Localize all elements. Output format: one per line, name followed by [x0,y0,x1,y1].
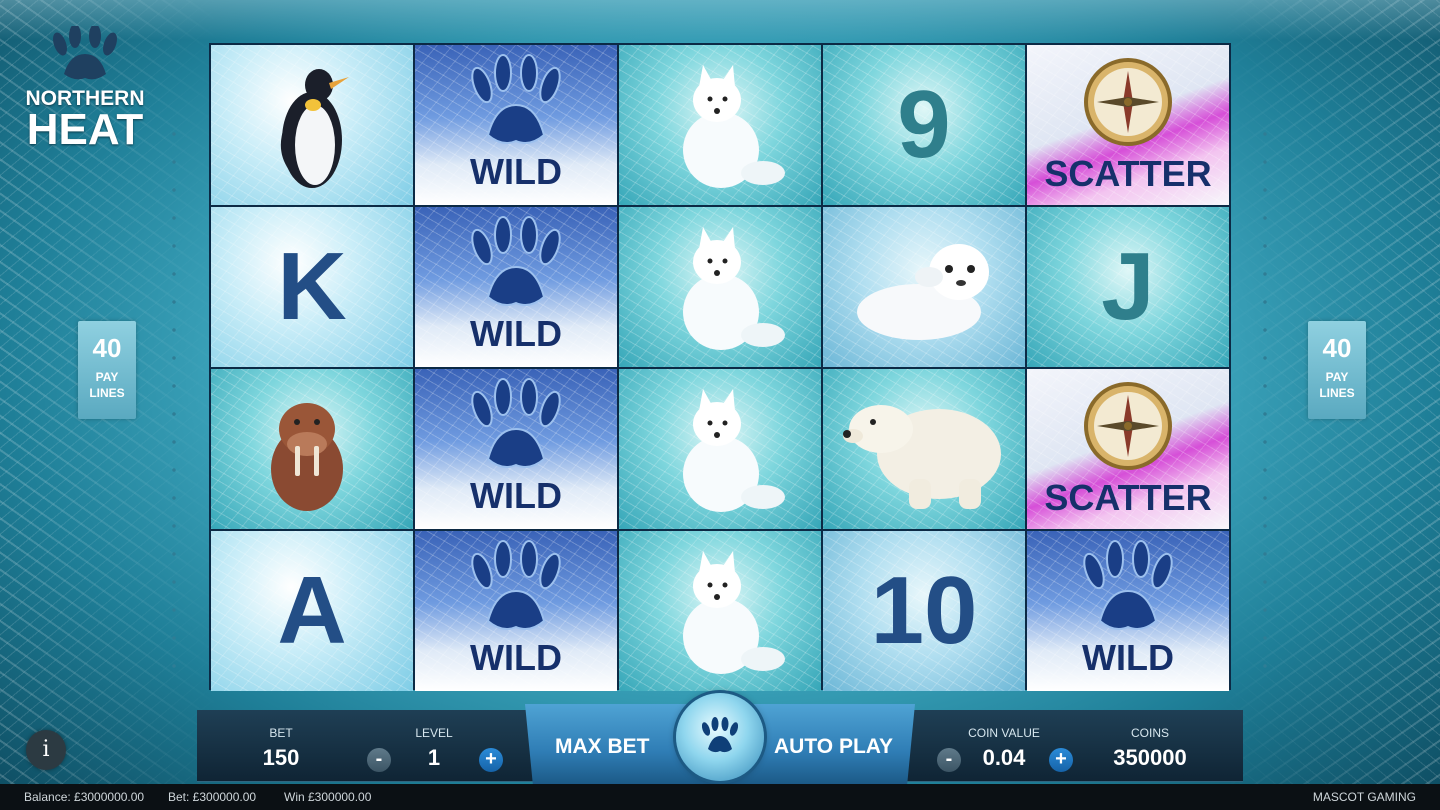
arctic-fox-icon [683,65,785,188]
arctic-fox-icon [683,227,785,350]
reel-edge-dots-left [171,120,177,680]
wild-label: WILD [1082,637,1174,678]
penguin-icon [280,69,349,188]
spin-button[interactable] [676,693,764,781]
wild-paw-icon [471,216,561,306]
symbol-j: J [1027,207,1229,367]
win-text: Win £300000.00 [284,790,372,804]
paylines-count: 40 [1322,333,1352,363]
compass-icon [1084,58,1172,146]
bet-caption: BET [269,726,293,740]
wild-label: WILD [470,313,562,354]
symbol-arctic-fox [619,207,821,367]
symbol-wild: WILD [415,45,617,205]
symbol-a-label: A [277,557,347,664]
level-caption: LEVEL [415,726,453,740]
info-button[interactable]: i [26,730,66,770]
walrus-icon [271,403,343,511]
symbol-wild: WILD [415,369,617,529]
symbol-scatter: SCATTER [1027,369,1229,529]
total-bet-text: Bet: £300000.00 [168,790,257,804]
coin-value-display: COIN VALUE 0.04 [960,726,1048,772]
wild-paw-icon [471,378,561,468]
symbol-arctic-fox [619,531,821,691]
arctic-fox-icon [683,389,785,512]
coins-caption: COINS [1130,726,1169,740]
paylines-right: 40 PAY LINES [1308,321,1366,419]
bet-value: 150 [262,745,300,770]
reel-edge-dots-right [1262,120,1268,680]
scatter-label: SCATTER [1044,153,1212,194]
wild-paw-icon [471,540,561,630]
level-plus-button[interactable]: + [479,748,503,772]
level-display: LEVEL 1 [400,726,468,772]
coins-value: 350000 [1113,745,1187,770]
brand-text: MASCOT GAMING [1312,790,1416,804]
symbol-j-label: J [1101,233,1155,340]
symbol-arctic-fox [619,45,821,205]
polar-bear-icon [843,405,1001,509]
level-value: 1 [427,745,441,770]
wild-label: WILD [470,637,562,678]
symbol-nine-label: 9 [897,71,951,178]
max-bet-button[interactable]: MAX BET [555,735,650,759]
symbol-scatter: SCATTER [1027,45,1229,205]
symbol-ten: 10 [823,531,1025,691]
symbol-walrus [211,369,413,529]
balance-text: Balance: £3000000.00 [24,790,145,804]
coin-value-minus-button[interactable]: - [937,748,961,772]
wild-label: WILD [470,475,562,516]
paylines-left: 40 PAY LINES [78,321,136,419]
symbol-nine: 9 [823,45,1025,205]
bet-display: BET 150 [245,726,317,772]
seal-pup-icon [857,244,989,340]
symbol-arctic-fox [619,369,821,529]
game-logo: NORTHERN HEAT [22,26,148,154]
symbol-ten-label: 10 [870,557,978,664]
coin-value-value: 0.04 [982,745,1026,770]
symbol-wild: WILD [1027,531,1229,691]
symbol-penguin [211,45,413,205]
scatter-label: SCATTER [1044,477,1212,518]
symbol-a: A [211,531,413,691]
spin-paw-icon [701,717,739,753]
paylines-label: PAY LINES [89,370,125,400]
compass-icon [1084,382,1172,470]
level-minus-button[interactable]: - [367,748,391,772]
frost-border-top [0,0,1440,40]
auto-play-button[interactable]: AUTO PLAY [774,735,893,759]
coin-value-plus-button[interactable]: + [1049,748,1073,772]
coin-value-caption: COIN VALUE [968,726,1040,740]
wild-label: WILD [470,151,562,192]
symbol-k: K [211,207,413,367]
reel-grid: WILD 9 SCATTER K WILD J WILD SCATTER A W… [209,43,1231,691]
symbol-seal-pup [823,207,1025,367]
wild-paw-icon [1083,540,1173,630]
logo-line2: HEAT [26,105,144,154]
status-bar: Balance: £3000000.00 Bet: £300000.00 Win… [0,784,1440,810]
paylines-count: 40 [92,333,122,363]
paw-icon [53,26,117,80]
arctic-fox-icon [683,551,785,674]
coins-display: COINS 350000 [1096,726,1204,772]
symbol-k-label: K [277,233,347,340]
paylines-label: PAY LINES [1319,370,1355,400]
symbol-wild: WILD [415,531,617,691]
symbol-polar-bear [823,369,1025,529]
wild-paw-icon [471,54,561,144]
symbol-wild: WILD [415,207,617,367]
